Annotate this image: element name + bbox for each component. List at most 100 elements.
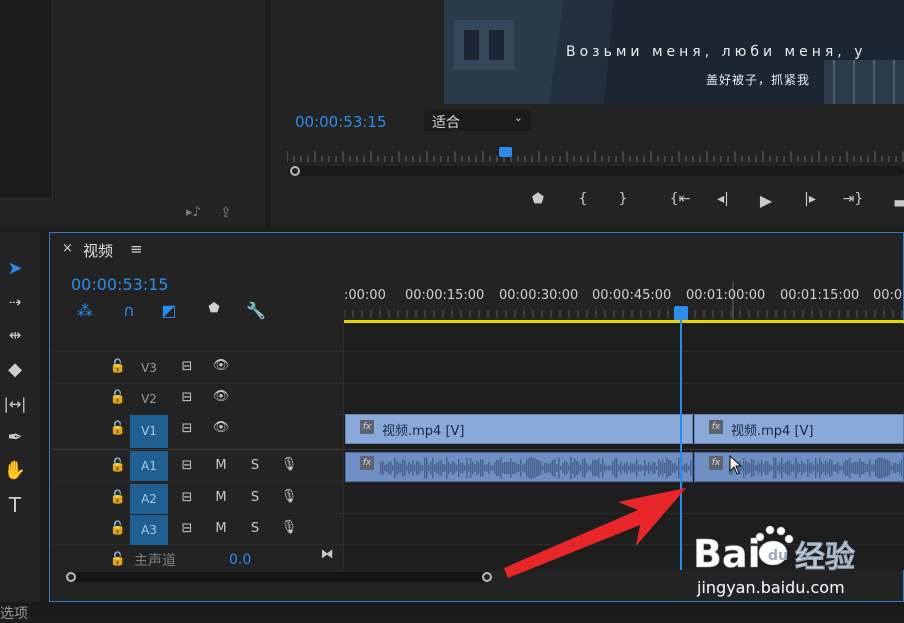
waveform-bar [779, 462, 781, 474]
ruler-label-3: 00:00:45:00 [592, 288, 672, 303]
nest-icon[interactable]: ⁂ [74, 301, 96, 320]
video-clip[interactable]: fx 视频.mp4 [V] [694, 414, 904, 444]
microphone-icon[interactable]: 🎙 [279, 457, 299, 472]
timeline-timecode[interactable]: 00:00:53:15 [71, 275, 169, 294]
waveform-bar [747, 462, 749, 474]
step-forward-button[interactable]: |▸ [798, 191, 822, 207]
eye-icon[interactable]: 👁 [211, 358, 231, 373]
add-marker-button[interactable]: ⬟ [526, 191, 550, 207]
zoom-handle-left[interactable] [290, 166, 300, 176]
export-frame-icon[interactable]: ⇪ [220, 205, 232, 221]
waveform-bar [440, 459, 442, 477]
waveform-bar [472, 461, 474, 475]
hand-tool-icon[interactable]: ✋ [2, 458, 28, 484]
lock-icon[interactable]: 🔓 [108, 359, 128, 374]
mark-in-button[interactable]: { [571, 191, 595, 207]
track-divider [52, 482, 904, 483]
waveform-bar [414, 464, 416, 472]
waveform-bar [853, 462, 855, 474]
lift-button[interactable]: ▃ [888, 191, 904, 207]
lock-icon[interactable]: 🔓 [108, 458, 128, 473]
close-icon[interactable]: × [62, 241, 73, 256]
waveform-bar [887, 460, 889, 476]
audio-clip[interactable]: fx [694, 452, 904, 482]
waveform-bar [496, 459, 498, 477]
waveform-bar [893, 463, 895, 473]
work-area-bar[interactable] [344, 320, 904, 323]
video-clip[interactable]: fx 视频.mp4 [V] [345, 414, 693, 444]
solo-button[interactable]: S [245, 490, 265, 505]
mark-out-button[interactable]: } [611, 191, 635, 207]
waveform-bar [486, 463, 488, 473]
waveform-bar [478, 462, 480, 474]
waveform-bar [404, 460, 406, 476]
add-marker-icon[interactable]: ⬟ [203, 301, 225, 316]
audio-output-icon[interactable]: ▸♪ [186, 205, 201, 220]
sync-lock-icon[interactable]: ⊟ [177, 458, 197, 473]
type-tool-icon[interactable]: T [2, 492, 28, 518]
track-select-tool-icon[interactable]: ⇢ [2, 289, 28, 315]
waveform-bar [803, 463, 805, 473]
razor-tool-icon[interactable]: ◆ [2, 357, 28, 383]
sync-lock-icon[interactable]: ⊟ [177, 490, 197, 505]
solo-button[interactable]: S [245, 458, 265, 473]
eye-icon[interactable]: 👁 [211, 420, 231, 435]
waveform-bar [891, 465, 893, 471]
program-playhead-icon[interactable] [499, 147, 512, 157]
program-timecode[interactable]: 00:00:53:15 [295, 113, 387, 131]
track-label-v3[interactable]: V3 [130, 353, 168, 383]
play-button[interactable]: ▶ [754, 191, 778, 210]
sync-lock-icon[interactable]: ⊟ [177, 390, 197, 405]
go-to-end-icon[interactable]: ⧓ [317, 547, 337, 562]
mute-button[interactable]: M [211, 490, 231, 505]
waveform-bar [388, 462, 390, 474]
linked-selection-icon[interactable]: ◩ [158, 301, 180, 320]
solo-button[interactable]: S [245, 521, 265, 536]
ripple-edit-tool-icon[interactable]: ⇹ [2, 322, 28, 348]
panel-menu-icon[interactable]: ≡ [130, 240, 143, 258]
program-zoom-scrollbar[interactable] [287, 166, 904, 176]
playhead-handle[interactable] [674, 306, 688, 320]
microphone-icon[interactable]: 🎙 [279, 520, 299, 535]
track-label-a3[interactable]: A3 [130, 515, 168, 545]
track-label-a2[interactable]: A2 [130, 484, 168, 514]
selection-tool-icon[interactable]: ➤ [2, 256, 28, 282]
step-back-button[interactable]: ◂| [711, 191, 735, 207]
timeline-zoom-scrollbar[interactable] [66, 572, 492, 582]
track-label-v1[interactable]: V1 [130, 415, 168, 448]
eye-icon[interactable]: 👁 [211, 389, 231, 404]
slip-tool-icon[interactable]: |↔| [2, 391, 28, 417]
go-to-out-button[interactable]: ⇥} [841, 191, 865, 207]
waveform-bar [787, 461, 789, 475]
zoom-handle-right[interactable] [482, 572, 492, 582]
sync-lock-icon[interactable]: ⊟ [177, 521, 197, 536]
mute-button[interactable]: M [211, 521, 231, 536]
timeline-tab-title[interactable]: 视频 [83, 240, 113, 261]
lock-icon[interactable]: 🔓 [108, 552, 128, 567]
waveform-bar [428, 464, 430, 472]
waveform-bar [833, 464, 835, 472]
master-volume-value[interactable]: 0.0 [229, 552, 251, 568]
lock-icon[interactable]: 🔓 [108, 421, 128, 436]
waveform-bar [382, 460, 384, 476]
waveform-bar [825, 460, 827, 476]
fit-dropdown[interactable]: 适合 ⌄ [424, 110, 531, 131]
sync-lock-icon[interactable]: ⊟ [177, 421, 197, 436]
lock-icon[interactable]: 🔓 [108, 521, 128, 536]
ruler-label-4: 00:01:00:00 [686, 288, 766, 303]
lock-icon[interactable]: 🔓 [108, 390, 128, 405]
microphone-icon[interactable]: 🎙 [279, 489, 299, 504]
track-label-a1[interactable]: A1 [130, 451, 168, 481]
pen-tool-icon[interactable]: ✒ [2, 425, 28, 451]
go-to-in-button[interactable]: {⇤ [668, 191, 692, 207]
waveform-bar [424, 457, 426, 479]
zoom-handle-left[interactable] [66, 572, 76, 582]
snap-magnet-icon[interactable]: ∩ [118, 301, 140, 320]
wrench-icon[interactable]: 🔧 [245, 301, 267, 320]
track-label-v2[interactable]: V2 [130, 384, 168, 414]
lock-icon[interactable]: 🔓 [108, 490, 128, 505]
sync-lock-icon[interactable]: ⊟ [177, 359, 197, 374]
program-ruler[interactable] [287, 150, 904, 164]
waveform-bar [771, 465, 773, 471]
mute-button[interactable]: M [211, 458, 231, 473]
